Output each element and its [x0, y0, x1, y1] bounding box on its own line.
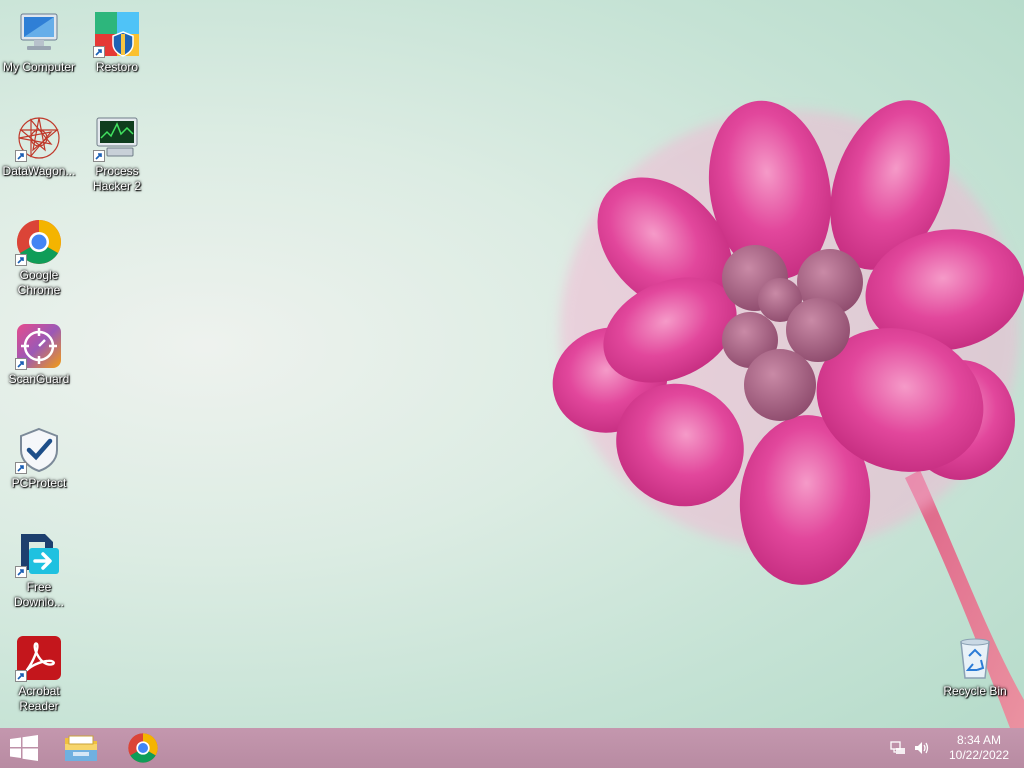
taskbar-chrome[interactable] [114, 728, 172, 768]
network-icon[interactable] [888, 738, 908, 758]
icon-label: Process Hacker 2 [92, 164, 142, 193]
icon-label: Recycle Bin [943, 684, 1007, 698]
file-explorer-icon [65, 735, 97, 761]
desktop-icon-my-computer[interactable]: My Computer [1, 4, 77, 100]
desktop-icon-pcprotect[interactable]: PCProtect [1, 420, 77, 516]
system-tray: 8:34 AM 10/22/2022 [888, 728, 1024, 768]
desktop-icon-process-hacker[interactable]: Process Hacker 2 [79, 108, 155, 204]
volume-icon[interactable] [912, 738, 932, 758]
icon-label: Google Chrome [17, 268, 61, 297]
desktop-icon-free-downloader[interactable]: Free Downlo... [1, 524, 77, 620]
windows-start-icon [10, 735, 38, 761]
shortcut-arrow-icon [15, 358, 27, 370]
shortcut-arrow-icon [93, 46, 105, 58]
icon-label: Free Downlo... [13, 580, 65, 609]
desktop-icon-acrobat-reader[interactable]: Acrobat Reader [1, 628, 77, 724]
recycle-bin-icon [960, 638, 990, 679]
clock[interactable]: 8:34 AM 10/22/2022 [942, 733, 1016, 763]
icon-label: My Computer [2, 60, 76, 74]
icon-label: Restoro [95, 60, 139, 74]
desktop-icon-scanguard[interactable]: ScanGuard [1, 316, 77, 412]
icon-label: DataWagon... [2, 164, 76, 178]
start-button[interactable] [0, 728, 48, 768]
shortcut-arrow-icon [15, 670, 27, 682]
clock-date: 10/22/2022 [948, 748, 1010, 762]
icon-label: ScanGuard [8, 372, 70, 386]
shortcut-arrow-icon [15, 254, 27, 266]
desktop-icon-google-chrome[interactable]: Google Chrome [1, 212, 77, 308]
desktop-icon-restoro[interactable]: Restoro [79, 4, 155, 100]
desktop-icon-datawagon[interactable]: DataWagon... [1, 108, 77, 204]
computer-icon [20, 13, 58, 50]
shortcut-arrow-icon [93, 150, 105, 162]
clock-time: 8:34 AM [956, 733, 1002, 747]
shortcut-arrow-icon [15, 566, 27, 578]
taskbar: 8:34 AM 10/22/2022 [0, 728, 1024, 768]
shortcut-arrow-icon [15, 150, 27, 162]
desktop-icon-recycle-bin[interactable]: Recycle Bin [937, 628, 1013, 724]
chrome-icon [128, 733, 158, 763]
icon-label: PCProtect [11, 476, 67, 490]
shortcut-arrow-icon [15, 462, 27, 474]
taskbar-file-explorer[interactable] [52, 728, 110, 768]
icon-label: Acrobat Reader [18, 684, 60, 713]
